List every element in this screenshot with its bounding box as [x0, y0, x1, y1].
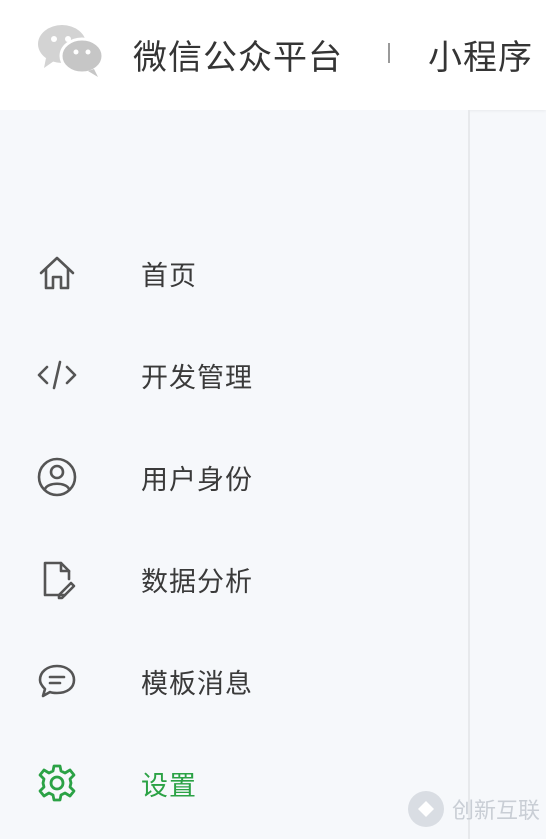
- sidebar-item-label: 设置: [141, 770, 197, 802]
- sidebar-item-label: 数据分析: [141, 566, 253, 598]
- sidebar-item-label: 开发管理: [141, 362, 253, 394]
- document-edit-icon: [34, 556, 80, 602]
- sidebar-item-template-messages[interactable]: 模板消息: [0, 641, 468, 721]
- sidebar-item-settings[interactable]: 设置: [0, 743, 468, 823]
- user-circle-icon: [34, 454, 80, 500]
- watermark-text: 创新互联: [452, 799, 541, 824]
- sidebar-item-label: 首页: [141, 260, 197, 292]
- watermark-logo-icon: [408, 791, 444, 827]
- gear-icon: [34, 760, 80, 806]
- sidebar-item-home[interactable]: 首页: [0, 233, 468, 313]
- top-header: 微信公众平台 小程序: [0, 0, 546, 110]
- watermark: 创新互联: [408, 788, 540, 830]
- sidebar-item-dev-management[interactable]: 开发管理: [0, 335, 468, 415]
- sidebar-item-data-analysis[interactable]: 数据分析: [0, 539, 468, 619]
- sidebar-item-label: 模板消息: [141, 668, 253, 700]
- product-title: 小程序: [428, 38, 533, 78]
- sidebar-item-label: 用户身份: [141, 464, 253, 496]
- sidebar-item-user-identity[interactable]: 用户身份: [0, 437, 468, 517]
- home-icon: [34, 250, 80, 296]
- code-icon: [34, 352, 80, 398]
- header-separator: [388, 43, 390, 63]
- brand-title[interactable]: 微信公众平台: [133, 30, 343, 79]
- wechat-logo-icon[interactable]: [36, 22, 106, 78]
- message-bubble-icon: [34, 658, 80, 704]
